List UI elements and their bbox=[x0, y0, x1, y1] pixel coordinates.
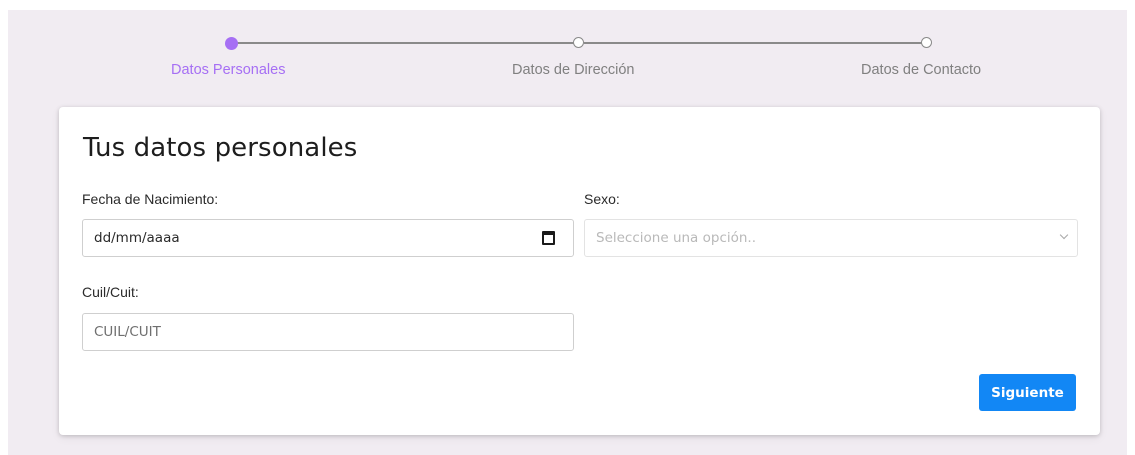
personal-data-card: Tus datos personales Fecha de Nacimiento… bbox=[59, 107, 1100, 435]
chevron-down-icon bbox=[1059, 230, 1069, 240]
birth-date-input[interactable]: dd/mm/aaaa bbox=[82, 219, 574, 257]
step-label-personal[interactable]: Datos Personales bbox=[171, 62, 285, 78]
step-label-contact[interactable]: Datos de Contacto bbox=[861, 62, 981, 78]
sex-select-placeholder: Seleccione una opción.. bbox=[596, 230, 757, 246]
step-indicator-1[interactable] bbox=[225, 37, 238, 50]
sex-select[interactable]: Seleccione una opción.. bbox=[584, 219, 1078, 257]
stepper-connector bbox=[235, 42, 575, 44]
progress-stepper: Datos Personales Datos de Dirección Dato… bbox=[0, 0, 1135, 100]
cuil-placeholder: CUIL/CUIT bbox=[94, 324, 161, 340]
birth-date-label: Fecha de Nacimiento: bbox=[82, 191, 219, 207]
calendar-icon[interactable] bbox=[542, 231, 555, 245]
step-indicator-2[interactable] bbox=[573, 37, 584, 48]
cuil-input[interactable]: CUIL/CUIT bbox=[82, 313, 574, 351]
sex-label: Sexo: bbox=[584, 191, 620, 207]
step-indicator-3[interactable] bbox=[921, 37, 932, 48]
stepper-connector bbox=[584, 42, 922, 44]
next-button[interactable]: Siguiente bbox=[979, 374, 1076, 411]
birth-date-value: dd/mm/aaaa bbox=[94, 230, 180, 246]
step-label-address[interactable]: Datos de Dirección bbox=[512, 62, 635, 78]
form-title: Tus datos personales bbox=[83, 133, 358, 163]
cuil-label: Cuil/Cuit: bbox=[82, 284, 139, 300]
